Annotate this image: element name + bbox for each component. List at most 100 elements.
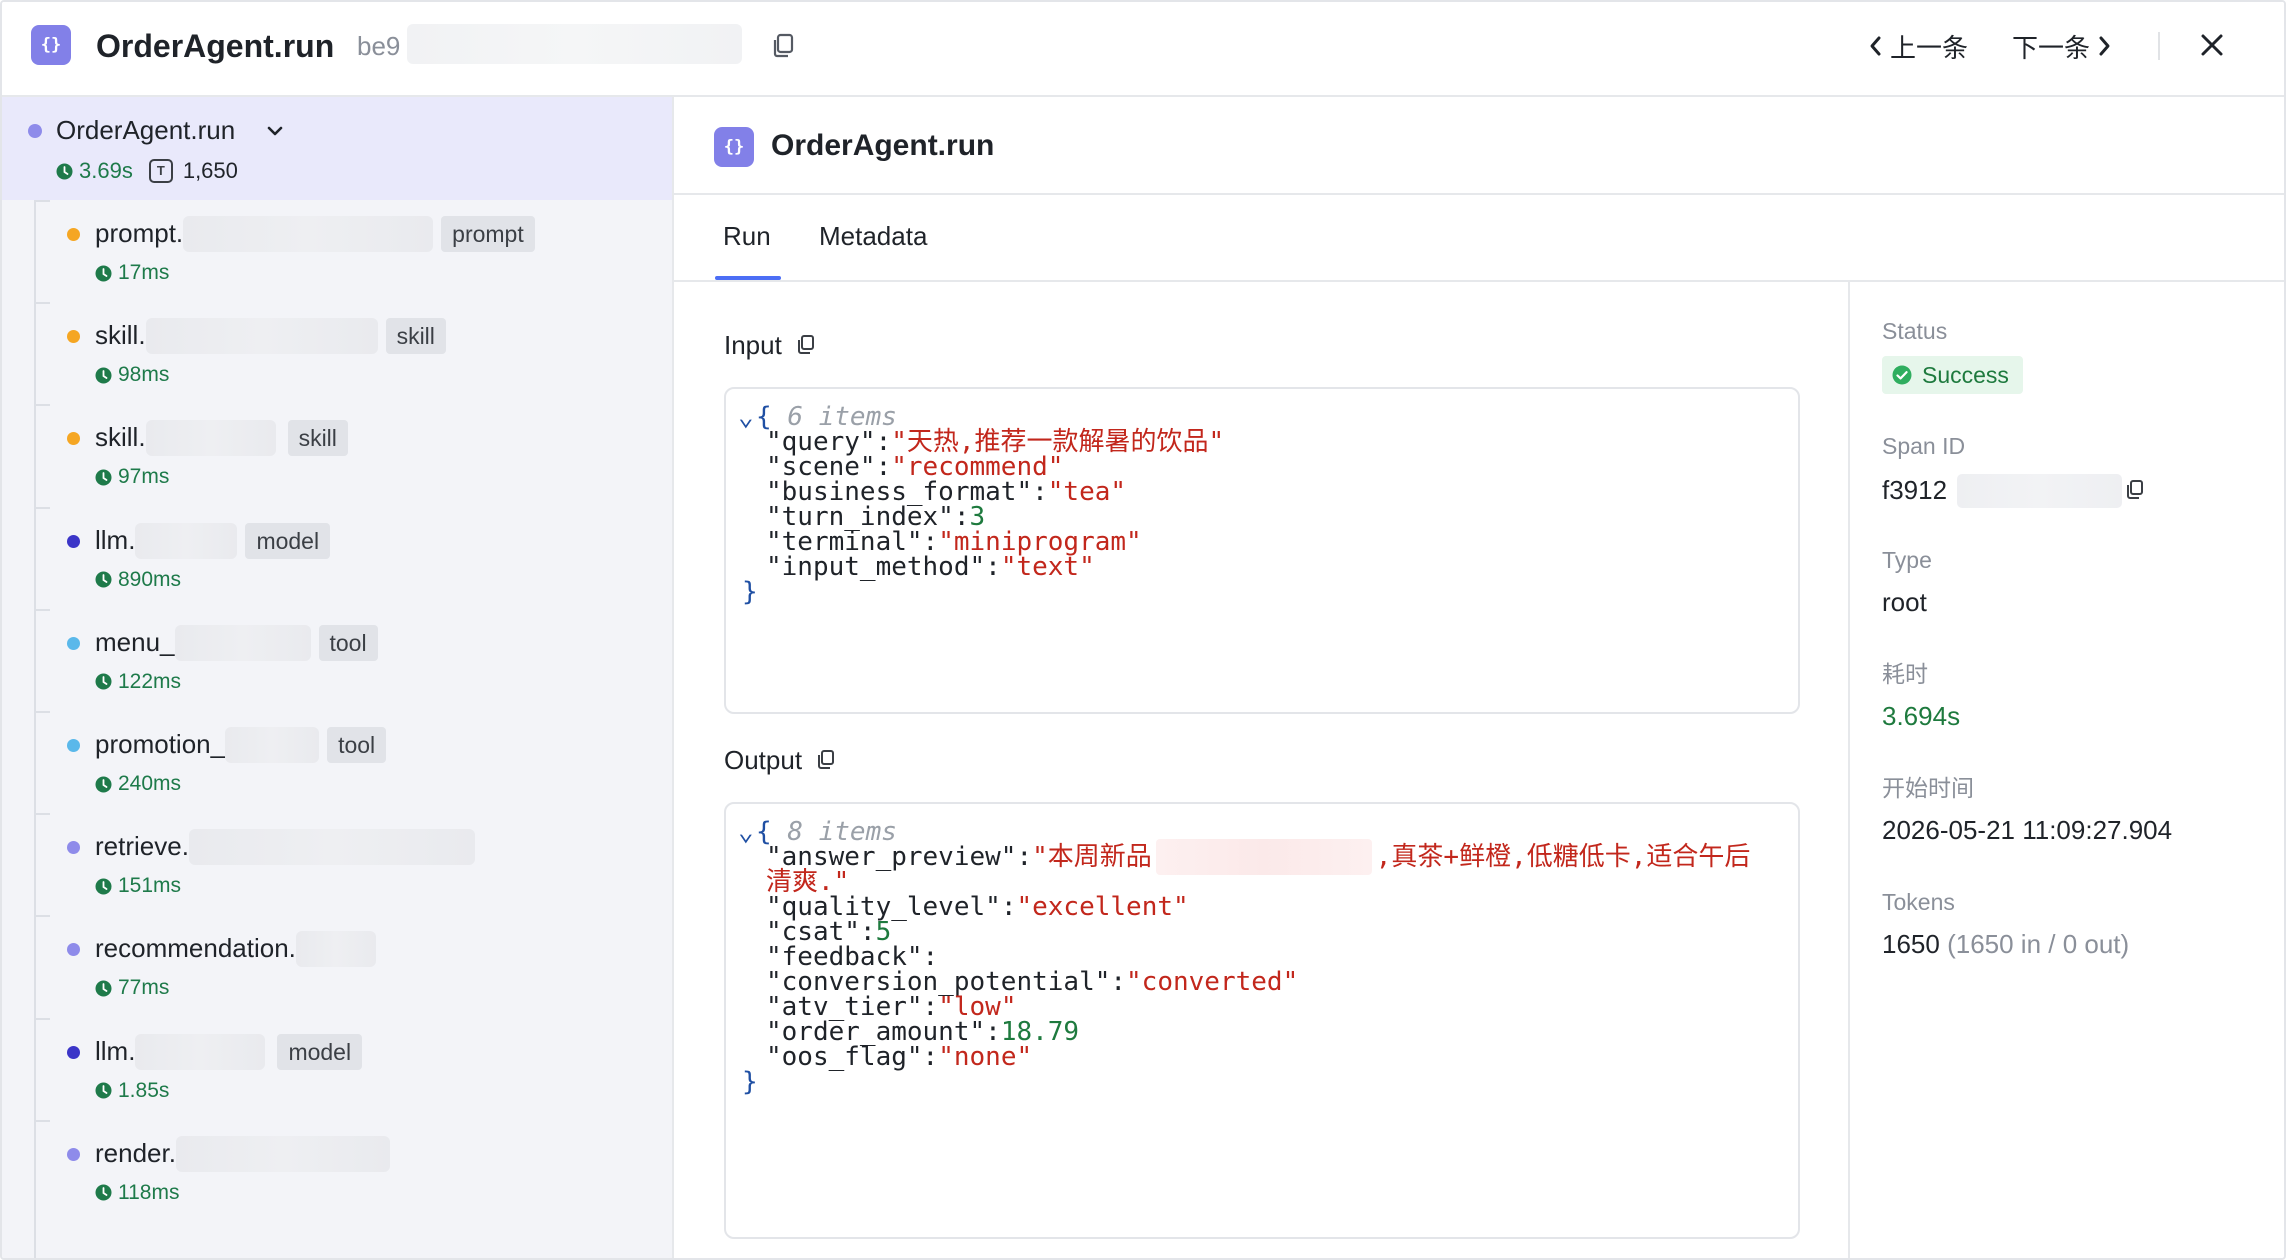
- tree-branch-line: [34, 915, 50, 918]
- tree-branch-line: [34, 200, 50, 202]
- span-tree-item[interactable]: llm. model 1.85s: [2, 1017, 672, 1121]
- json-value: ,真茶+鲜橙,低糖低卡,适合午后: [1375, 842, 1751, 872]
- span-name-redacted: [175, 1135, 390, 1172]
- duration-label: 耗时: [1882, 661, 1928, 687]
- status-badge: Success: [1882, 356, 2023, 394]
- span-duration: 97ms: [118, 465, 170, 489]
- span-tree-panel: OrderAgent.run 3.69s T 1,650 prompt. prom…: [2, 97, 674, 1258]
- span-name-redacted: [145, 318, 378, 355]
- span-tree-item[interactable]: menu_ tool 122ms: [2, 608, 672, 712]
- span-type-tag: skill: [385, 318, 446, 355]
- trace-id-redacted: [407, 24, 742, 64]
- tab-bar: Run Metadata: [674, 195, 2284, 282]
- span-tree-item[interactable]: render. 118ms: [2, 1119, 672, 1223]
- copy-icon[interactable]: [771, 33, 795, 59]
- chevron-right-icon: [2099, 36, 2110, 56]
- span-dot: [67, 330, 80, 344]
- span-id-redacted: [1957, 474, 2122, 508]
- copy-icon[interactable]: [796, 334, 816, 356]
- next-record-label: 下一条: [2012, 32, 2091, 63]
- clock-icon: [95, 1184, 112, 1201]
- tree-branch-line: [34, 1017, 50, 1020]
- span-tree-item[interactable]: skill. skill 98ms: [2, 302, 672, 405]
- run-content: Input ⌄{ 6 items "query":"天热,推荐一款解暑的饮品" "s…: [674, 282, 1850, 1258]
- status-label: Status: [1882, 318, 1948, 344]
- span-name: promotion_: [95, 729, 226, 759]
- span-tree-item[interactable]: recommendation. 77ms: [2, 915, 672, 1018]
- span-duration: 1.85s: [118, 1078, 170, 1102]
- prev-record-label: 上一条: [1890, 32, 1969, 63]
- copy-icon[interactable]: [816, 749, 836, 771]
- start-time-label: 开始时间: [1882, 775, 1974, 801]
- active-tab-indicator: [715, 276, 781, 280]
- tree-branch-line: [34, 1119, 50, 1122]
- json-logo-icon: {}: [31, 25, 71, 65]
- collapse-caret-icon[interactable]: ⌄: [738, 399, 756, 435]
- span-tree-item[interactable]: llm. model 890ms: [2, 506, 672, 610]
- tab-run[interactable]: Run: [723, 218, 771, 254]
- span-dot: [28, 124, 42, 138]
- span-name-redacted: [183, 216, 434, 252]
- json-value: "none": [938, 1042, 1033, 1072]
- span-tree-root[interactable]: OrderAgent.run 3.69s T 1,650: [2, 97, 672, 200]
- tree-branch-line: [34, 506, 50, 509]
- output-section-label: Output: [724, 742, 836, 778]
- span-type-tag: tool: [327, 727, 387, 763]
- span-duration: 118ms: [118, 1180, 180, 1204]
- span-dot: [67, 432, 80, 446]
- chevron-down-icon[interactable]: [265, 121, 285, 141]
- clock-icon: [95, 776, 112, 792]
- prev-record-button[interactable]: 上一条: [1868, 26, 1968, 66]
- tree-branch-line: [34, 608, 50, 611]
- span-tokens: 1,650: [182, 158, 238, 183]
- input-label: Input: [724, 330, 782, 360]
- json-key: "input_method": [766, 552, 986, 582]
- tokens-value-row: 1650 (1650 in / 0 out): [1882, 926, 2129, 962]
- tree-branch-line: [34, 404, 50, 407]
- next-record-button[interactable]: 下一条: [2012, 26, 2112, 66]
- span-meta: 1.85s: [95, 1077, 169, 1105]
- json-entry: "answer_preview":"本周新品 ,真茶+鲜橙,低糖低卡,适合午后: [766, 839, 1750, 875]
- span-name: render.: [95, 1137, 176, 1168]
- tokens-value: 1650: [1882, 929, 1940, 959]
- json-close-line: }: [742, 577, 758, 607]
- span-dot: [67, 1147, 80, 1161]
- span-tree-item[interactable]: prompt. prompt 17ms: [2, 200, 672, 303]
- clock-icon: [95, 673, 112, 690]
- copy-icon[interactable]: [2125, 479, 2145, 501]
- trace-title: OrderAgent.run: [96, 28, 335, 64]
- header-bar: {} OrderAgent.run be9 上一条 下一条: [2, 2, 2284, 97]
- span-tree-item[interactable]: promotion_ tool 240ms: [2, 711, 672, 814]
- token-icon: T: [148, 159, 173, 183]
- clock-icon: [95, 571, 112, 588]
- check-circle-icon: [1892, 365, 1912, 385]
- collapse-caret-icon[interactable]: ⌄: [738, 814, 756, 850]
- close-icon[interactable]: [2197, 30, 2227, 60]
- span-dot: [67, 841, 80, 855]
- output-label: Output: [724, 745, 803, 775]
- span-duration: 17ms: [118, 261, 170, 284]
- json-key: "oos_flag": [766, 1042, 923, 1072]
- json-entry: "input_method":"text": [766, 552, 1095, 582]
- tree-branch-line: [34, 813, 50, 816]
- input-section-label: Input: [724, 327, 816, 363]
- span-tree-item[interactable]: skill. skill 97ms: [2, 404, 672, 507]
- span-name: menu_: [95, 626, 175, 657]
- span-meta: 890ms: [95, 566, 181, 594]
- span-dot: [67, 636, 80, 650]
- header-divider: [2158, 32, 2160, 60]
- span-type-tag: tool: [318, 624, 378, 661]
- clock-icon: [95, 878, 112, 895]
- start-time-value: 2026-05-21 11:09:27.904: [1882, 815, 2173, 845]
- tree-branch-line: [34, 711, 50, 713]
- tab-metadata[interactable]: Metadata: [819, 218, 927, 254]
- clock-icon: [95, 980, 112, 997]
- span-name: skill.: [95, 320, 146, 351]
- clock-icon: [95, 469, 112, 486]
- span-name: recommendation.: [95, 933, 296, 964]
- span-name: llm.: [95, 524, 136, 555]
- span-tree-item[interactable]: retrieve. 151ms: [2, 813, 672, 916]
- span-details-panel: Status Success Span ID f3912 Type root 耗…: [1850, 282, 2284, 1258]
- span-dot: [67, 1045, 80, 1059]
- answer-redacted: [1155, 839, 1372, 875]
